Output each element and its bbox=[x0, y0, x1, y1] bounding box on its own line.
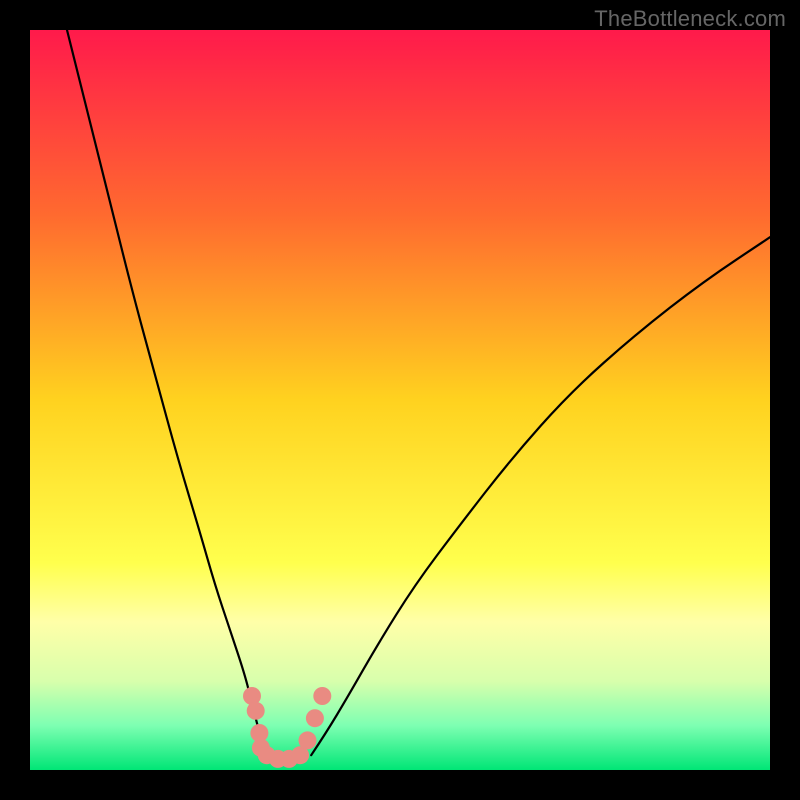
valley-dot-10 bbox=[313, 687, 331, 705]
valley-dot-8 bbox=[299, 731, 317, 749]
chart-frame: TheBottleneck.com bbox=[0, 0, 800, 800]
bottleneck-chart bbox=[30, 30, 770, 770]
plot-background bbox=[30, 30, 770, 770]
valley-dot-1 bbox=[247, 702, 265, 720]
watermark-text: TheBottleneck.com bbox=[594, 6, 786, 32]
valley-dot-9 bbox=[306, 709, 324, 727]
